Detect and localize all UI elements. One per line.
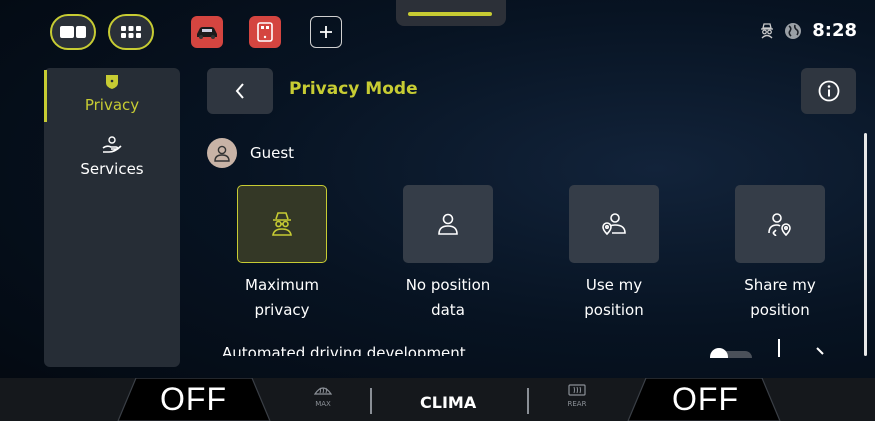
option-label-line2: position <box>750 301 810 319</box>
clock: 8:28 <box>812 20 857 41</box>
chevron-right-icon[interactable] <box>815 346 827 358</box>
notification-pull-handle[interactable] <box>396 0 506 26</box>
climate-bar: OFF MAX CLIMA REAR OFF <box>0 378 875 421</box>
automated-driving-row[interactable]: Automated driving development <box>222 344 466 356</box>
windshield-defrost-icon <box>313 387 333 395</box>
add-app-button[interactable] <box>310 16 342 48</box>
max-label: MAX <box>315 400 331 408</box>
option-tile <box>569 185 659 263</box>
person-icon <box>438 213 458 235</box>
user-icon <box>214 145 230 162</box>
option-tile <box>237 185 327 263</box>
max-defrost-button[interactable]: MAX <box>309 384 337 408</box>
profile-name: Guest <box>250 144 295 162</box>
top-bar: 8:28 <box>0 0 875 62</box>
rear-defrost-icon <box>568 384 586 396</box>
avatar <box>207 138 237 168</box>
option-tile <box>403 185 493 263</box>
option-share-my-position[interactable]: Share my position <box>719 185 841 323</box>
privacy-shield-icon <box>106 75 118 89</box>
option-label-line2: privacy <box>254 301 310 319</box>
right-temperature[interactable]: OFF <box>672 381 739 418</box>
app-grid-icon <box>121 26 141 38</box>
option-label: Use my position <box>553 273 675 323</box>
option-label: Maximum privacy <box>221 273 343 323</box>
services-icon <box>102 136 122 153</box>
split-view-icon <box>60 26 86 38</box>
option-use-my-position[interactable]: Use my position <box>553 185 675 323</box>
sidebar-item-privacy[interactable]: Privacy <box>44 74 180 114</box>
car-icon <box>197 27 217 39</box>
row-divider <box>778 339 780 357</box>
chevron-left-icon <box>235 83 244 99</box>
option-label-line1: Share my <box>744 276 816 294</box>
sidebar-item-services[interactable]: Services <box>44 136 180 178</box>
row-label: Automated driving development <box>222 344 466 356</box>
option-label-line2: position <box>584 301 644 319</box>
screen: 8:28 Privacy Services Privacy Mode Guest… <box>0 0 875 421</box>
share-position-icon <box>768 213 791 236</box>
option-label-line1: Use my <box>585 276 643 294</box>
handle-bar <box>408 12 492 16</box>
status-area: 8:28 <box>760 20 857 41</box>
person-location-icon <box>602 213 626 236</box>
scrollbar[interactable] <box>864 133 867 356</box>
phone-app-button[interactable] <box>249 16 281 48</box>
page-title: Privacy Mode <box>289 79 418 99</box>
option-label: Share my position <box>719 273 841 323</box>
app-grid-button[interactable] <box>108 14 154 50</box>
option-label-line1: Maximum <box>245 276 319 294</box>
spy-icon <box>761 22 774 38</box>
sidebar-item-label: Privacy <box>84 96 140 114</box>
rear-label: REAR <box>567 400 587 408</box>
toggle-knob <box>710 348 728 358</box>
option-maximum-privacy[interactable]: Maximum privacy <box>221 185 343 323</box>
option-label: No position data <box>387 273 509 323</box>
vehicle-app-button[interactable] <box>191 16 223 48</box>
profile-row[interactable]: Guest <box>207 138 294 168</box>
spy-icon <box>272 212 292 236</box>
sidebar-item-label: Services <box>80 160 144 178</box>
clima-button[interactable]: CLIMA <box>420 393 476 412</box>
plus-icon <box>320 26 332 38</box>
automated-driving-toggle[interactable] <box>710 348 754 358</box>
split-view-button[interactable] <box>50 14 96 50</box>
option-no-position-data[interactable]: No position data <box>387 185 509 323</box>
option-tile <box>735 185 825 263</box>
info-button[interactable] <box>801 68 856 114</box>
left-temperature[interactable]: OFF <box>160 381 227 418</box>
info-icon <box>818 80 839 102</box>
globe-icon <box>785 22 802 39</box>
bar-divider <box>527 388 529 414</box>
rear-defrost-button[interactable]: REAR <box>563 384 591 408</box>
option-label-line1: No position <box>405 276 491 294</box>
bar-divider <box>370 388 372 414</box>
phone-app-icon <box>257 22 273 42</box>
sidebar: Privacy Services <box>44 68 180 367</box>
option-label-line2: data <box>431 301 465 319</box>
back-button[interactable] <box>207 68 273 114</box>
